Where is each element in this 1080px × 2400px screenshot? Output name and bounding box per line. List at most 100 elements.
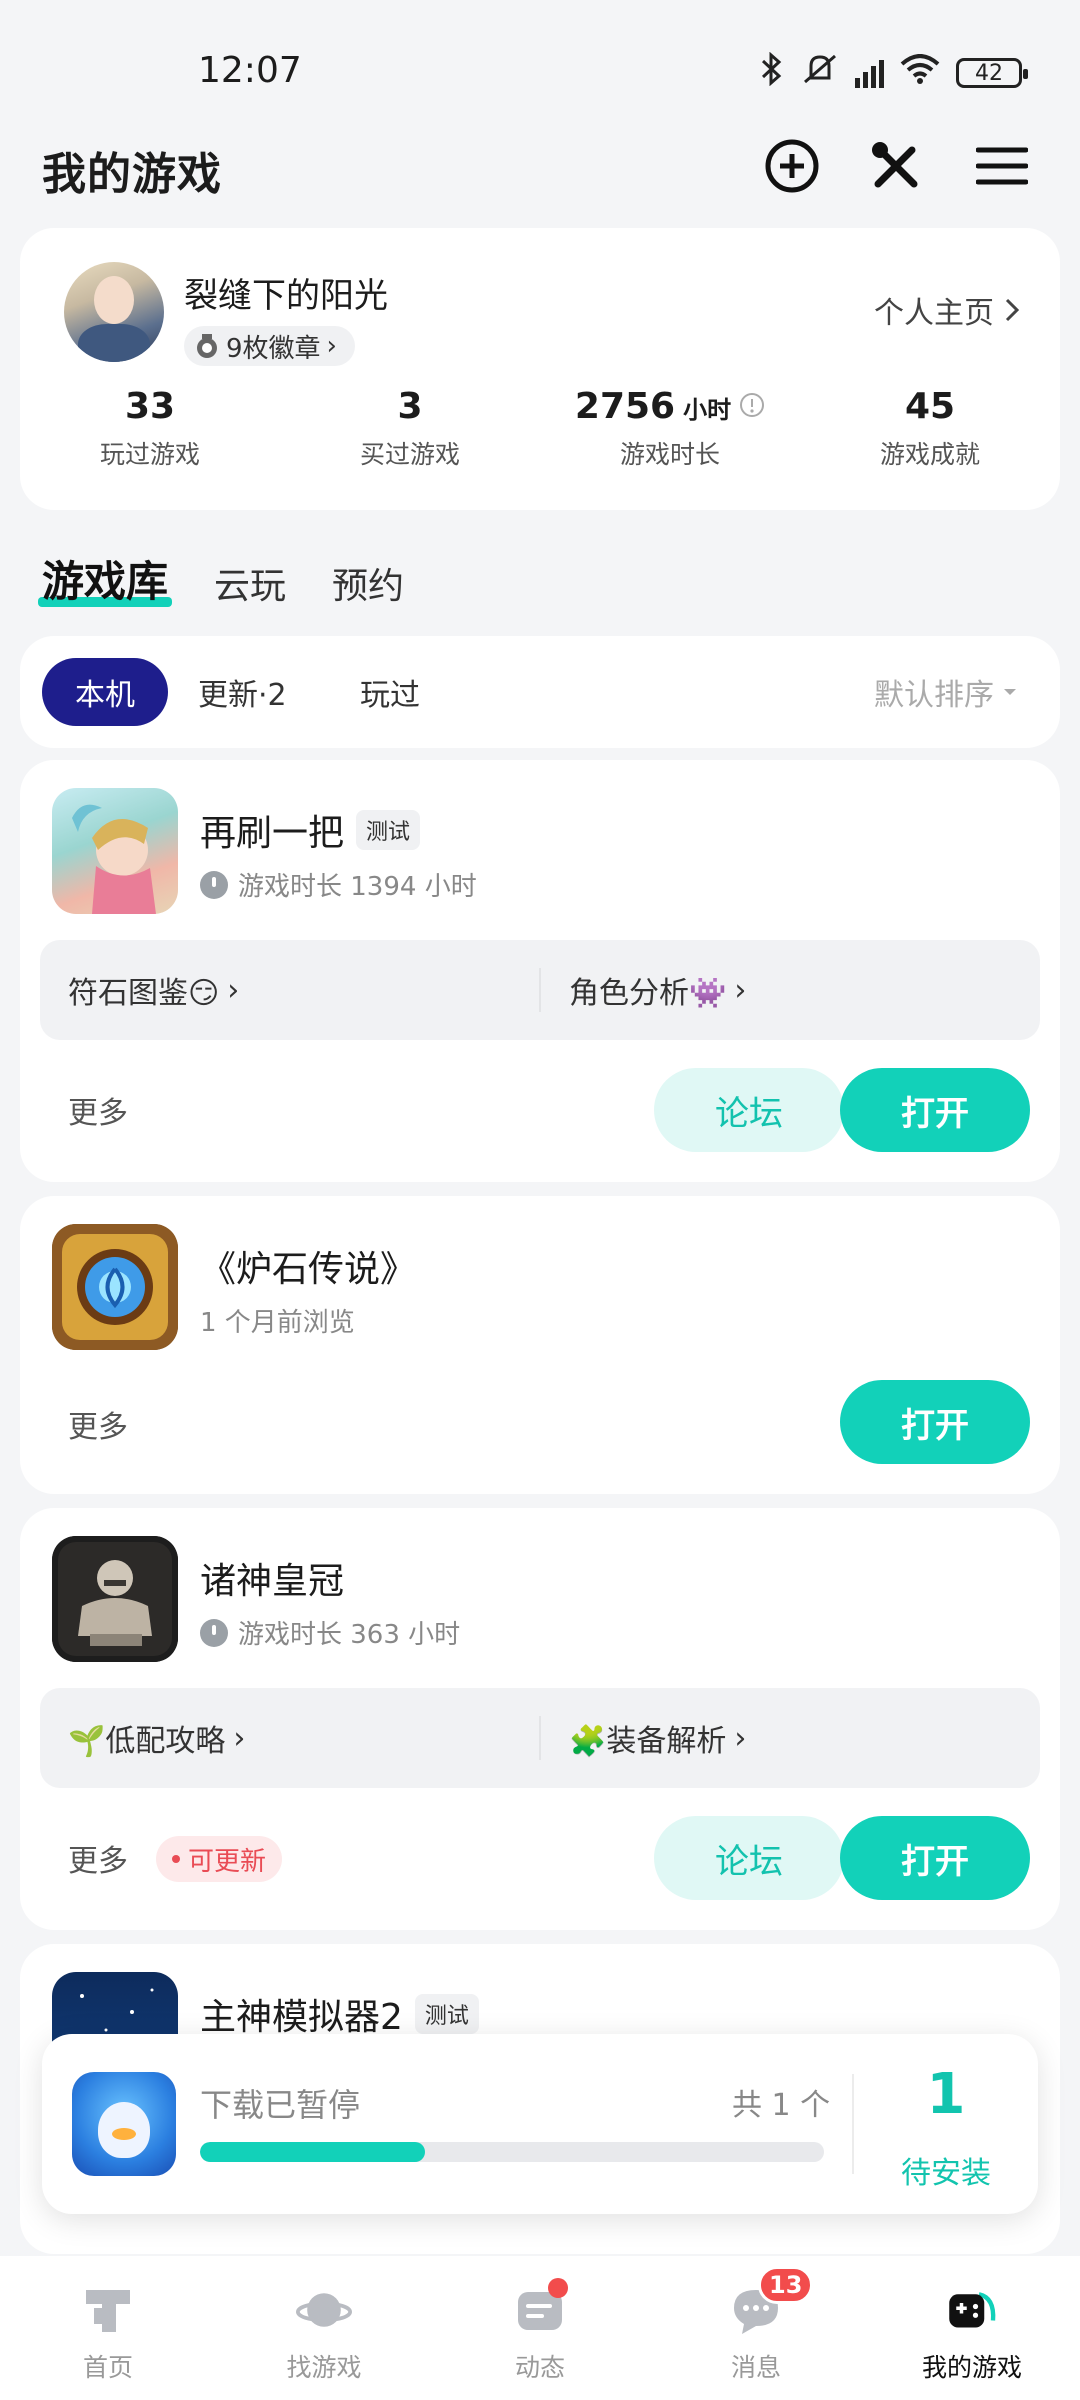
planet-icon bbox=[296, 2282, 352, 2338]
notification-dot bbox=[548, 2278, 568, 2298]
add-game-button[interactable] bbox=[760, 134, 824, 198]
home-icon bbox=[80, 2282, 136, 2338]
game-title-row: 《炉石传说》 bbox=[200, 1240, 416, 1292]
menu-button[interactable] bbox=[970, 134, 1034, 198]
game-subtitle-row: 游戏时长 363 小时 bbox=[200, 1614, 460, 1651]
pending-install-label[interactable]: 待安装 bbox=[854, 2148, 1038, 2192]
stopwatch-icon bbox=[200, 870, 228, 899]
stat-value: 33 bbox=[124, 386, 176, 427]
page-title: 我的游戏 bbox=[42, 149, 222, 200]
forum-button[interactable]: 论坛 bbox=[654, 1816, 844, 1900]
forum-button[interactable]: 论坛 bbox=[654, 1068, 844, 1152]
battery-icon: 42 bbox=[956, 58, 1028, 88]
chevron-right-icon: › bbox=[734, 1720, 747, 1756]
profile-card: 裂缝下的阳光 9枚徽章 › 个人主页 33 玩过游戏 3 买过游戏 2756 小… bbox=[20, 228, 1060, 510]
shortcut-equipment-analysis[interactable]: 🧩装备解析 › bbox=[539, 1716, 1040, 1760]
nav-label: 动态 bbox=[514, 2353, 565, 2382]
tools-button[interactable] bbox=[864, 134, 928, 198]
download-game-icon bbox=[72, 2072, 176, 2176]
download-progress-fill bbox=[200, 2142, 425, 2162]
menu-icon bbox=[976, 147, 1028, 185]
shortcut-rune-guide[interactable]: 符石图鉴😏 › bbox=[40, 968, 539, 1012]
game-title-row: 诸神皇冠 bbox=[200, 1552, 344, 1604]
update-badge[interactable]: 可更新 bbox=[156, 1836, 283, 1882]
status-bar: 12:07 42 bbox=[0, 0, 1080, 140]
stat-label: 买过游戏 bbox=[359, 440, 460, 469]
game-title-row: 再刷一把 测试 bbox=[200, 804, 421, 856]
game-playtime: 游戏时长 1394 小时 bbox=[238, 872, 477, 902]
shortcut-label: 角色分析👾 bbox=[569, 976, 727, 1011]
game-title[interactable]: 再刷一把 bbox=[200, 804, 344, 856]
stat-value: 2756 bbox=[574, 386, 676, 427]
game-title-row: 主神模拟器2 测试 bbox=[200, 1988, 479, 2040]
caret-down-icon bbox=[1004, 689, 1016, 695]
tab-cloud[interactable]: 云玩 bbox=[214, 557, 286, 609]
nav-home[interactable]: 首页 bbox=[0, 2256, 216, 2400]
gamepad-icon bbox=[944, 2282, 1000, 2338]
wifi-icon bbox=[900, 54, 940, 92]
filter-chip-update[interactable]: 更新·2 bbox=[198, 658, 287, 726]
more-button[interactable]: 更多 bbox=[68, 1402, 128, 1446]
nav-label: 首页 bbox=[82, 2353, 133, 2382]
nav-feed[interactable]: 动态 bbox=[432, 2256, 648, 2400]
shortcut-low-spec-guide[interactable]: 🌱低配攻略 › bbox=[40, 1716, 539, 1760]
chevron-right-icon: › bbox=[734, 972, 747, 1008]
nav-messages[interactable]: 13 消息 bbox=[648, 2256, 864, 2400]
tab-library[interactable]: 游戏库 bbox=[37, 548, 173, 609]
nav-discover[interactable]: 找游戏 bbox=[216, 2256, 432, 2400]
game-subtitle-row: 游戏时长 1394 小时 bbox=[200, 866, 477, 903]
stat-label: 游戏成就 bbox=[879, 440, 980, 469]
chevron-right-icon: › bbox=[227, 972, 240, 1008]
stat-achievements[interactable]: 45 游戏成就 bbox=[800, 386, 1060, 471]
tab-reservation[interactable]: 预约 bbox=[332, 557, 404, 609]
stat-value: 3 bbox=[397, 386, 423, 427]
download-panel[interactable]: 下载已暂停 共 1 个 1 待安装 bbox=[42, 2034, 1038, 2214]
game-title[interactable]: 诸神皇冠 bbox=[200, 1552, 344, 1604]
game-icon[interactable] bbox=[52, 1536, 178, 1662]
badges-chip[interactable]: 9枚徽章 › bbox=[184, 326, 355, 366]
shortcut-row: 符石图鉴😏 › 角色分析👾 › bbox=[40, 940, 1040, 1040]
status-time: 12:07 bbox=[198, 50, 302, 91]
game-title[interactable]: 主神模拟器2 bbox=[200, 1988, 403, 2040]
chevron-right-icon: › bbox=[233, 1720, 246, 1756]
avatar[interactable] bbox=[64, 262, 164, 362]
game-icon[interactable] bbox=[52, 788, 178, 914]
stat-unit: 小时 bbox=[683, 396, 732, 424]
homepage-link[interactable]: 个人主页 bbox=[874, 288, 1020, 332]
open-button[interactable]: 打开 bbox=[840, 1816, 1030, 1900]
stat-playtime[interactable]: 2756 小时 游戏时长 bbox=[540, 386, 800, 471]
bottom-nav: 首页 找游戏 动态 13 消息 我的游戏 bbox=[0, 2256, 1080, 2400]
nav-label: 消息 bbox=[730, 2353, 781, 2382]
stat-played[interactable]: 33 玩过游戏 bbox=[20, 386, 280, 471]
open-button[interactable]: 打开 bbox=[840, 1068, 1030, 1152]
pending-count[interactable]: 1 bbox=[854, 2062, 1038, 2127]
info-icon[interactable] bbox=[739, 392, 765, 418]
username: 裂缝下的阳光 bbox=[184, 276, 388, 316]
mute-icon bbox=[801, 52, 839, 94]
chevron-right-icon bbox=[1005, 298, 1020, 322]
test-tag: 测试 bbox=[356, 810, 421, 850]
stopwatch-icon bbox=[200, 1618, 228, 1647]
open-button[interactable]: 打开 bbox=[840, 1380, 1030, 1464]
more-button[interactable]: 更多 bbox=[68, 1088, 128, 1132]
game-card: 再刷一把 测试 游戏时长 1394 小时 符石图鉴😏 › 角色分析👾 › 更多 … bbox=[20, 760, 1060, 1182]
shortcut-character-analysis[interactable]: 角色分析👾 › bbox=[539, 968, 1040, 1012]
sort-dropdown[interactable]: 默认排序 bbox=[874, 670, 1018, 714]
stat-bought[interactable]: 3 买过游戏 bbox=[280, 386, 540, 471]
shortcut-label: 🌱低配攻略 bbox=[68, 1724, 226, 1759]
filter-chip-local[interactable]: 本机 bbox=[42, 658, 168, 726]
nav-my-games[interactable]: 我的游戏 bbox=[864, 2256, 1080, 2400]
tools-icon bbox=[872, 142, 918, 188]
game-playtime: 游戏时长 363 小时 bbox=[238, 1620, 461, 1650]
signal-icon bbox=[855, 58, 884, 88]
homepage-label: 个人主页 bbox=[874, 296, 994, 331]
game-icon[interactable] bbox=[52, 1224, 178, 1350]
shortcut-label: 🧩装备解析 bbox=[569, 1724, 727, 1759]
game-title[interactable]: 《炉石传说》 bbox=[200, 1240, 416, 1292]
status-icons: 42 bbox=[759, 51, 1028, 94]
medal-icon bbox=[197, 334, 217, 358]
shortcut-label: 符石图鉴😏 bbox=[68, 976, 220, 1011]
stat-value: 45 bbox=[904, 386, 956, 427]
filter-chip-played[interactable]: 玩过 bbox=[360, 658, 420, 726]
more-button[interactable]: 更多 bbox=[68, 1836, 128, 1880]
